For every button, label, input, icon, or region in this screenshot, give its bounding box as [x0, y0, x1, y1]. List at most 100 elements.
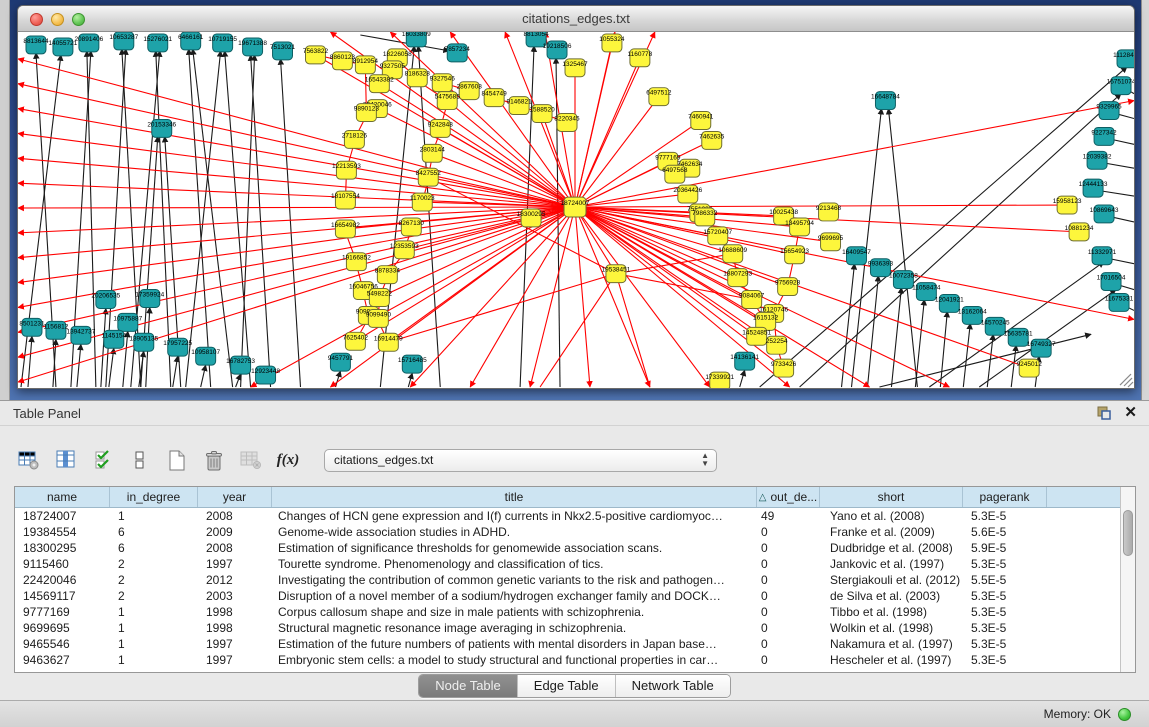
graph-node[interactable]: 16914479	[374, 333, 403, 351]
graph-node[interactable]: 15654923	[780, 246, 809, 264]
cell-title[interactable]: Structural magnetic resonance image aver…	[272, 620, 757, 636]
show-column-button[interactable]	[53, 447, 79, 473]
cell-name[interactable]: 9115460	[15, 556, 110, 572]
graph-node[interactable]: 10719155	[208, 34, 237, 52]
cell-pagerank[interactable]: 5.3E-5	[963, 652, 1047, 668]
new-table-button[interactable]	[164, 447, 190, 473]
graph-node[interactable]: 5498222	[367, 289, 393, 307]
cell-in_degree[interactable]: 2	[110, 572, 198, 588]
cell-name[interactable]: 9463627	[15, 652, 110, 668]
cell-year[interactable]: 2008	[198, 508, 272, 524]
table-row[interactable]: 1830029562008Estimation of significance …	[15, 540, 1135, 556]
graph-edge[interactable]	[540, 274, 616, 387]
graph-edge[interactable]	[18, 133, 575, 207]
cell-name[interactable]: 9465546	[15, 636, 110, 652]
graph-node[interactable]: 8878334	[375, 266, 401, 284]
cell-short[interactable]: Wolkin et al. (1998)	[820, 620, 963, 636]
cell-short[interactable]: Yano et al. (2008)	[820, 508, 963, 524]
table-row[interactable]: 946362711997Embryonic stem cells: a mode…	[15, 652, 1135, 668]
cell-year[interactable]: 1997	[198, 636, 272, 652]
graph-node[interactable]: 18724007	[561, 197, 590, 217]
graph-edge[interactable]	[616, 274, 650, 387]
graph-node[interactable]: 9756928	[775, 278, 801, 296]
graph-node[interactable]: 9213468	[816, 203, 842, 221]
cell-year[interactable]: 2009	[198, 524, 272, 540]
cell-pagerank[interactable]: 5.3E-5	[963, 604, 1047, 620]
graph-node[interactable]: 2867608	[457, 82, 483, 100]
graph-edge[interactable]	[1011, 345, 1016, 387]
cell-name[interactable]: 18724007	[15, 508, 110, 524]
table-row[interactable]: 2242004622012Investigating the contribut…	[15, 572, 1135, 588]
cell-in_degree[interactable]: 6	[110, 540, 198, 556]
cell-pagerank[interactable]: 5.3E-5	[963, 508, 1047, 524]
column-header-short[interactable]: short	[820, 487, 963, 507]
graph-node[interactable]: 8912954	[353, 56, 379, 74]
tab-edge-table[interactable]: Edge Table	[518, 675, 616, 697]
graph-node[interactable]: 8186328	[405, 69, 431, 87]
delete-table-button[interactable]	[201, 447, 227, 473]
cell-short[interactable]: Franke et al. (2009)	[820, 524, 963, 540]
cell-out_de[interactable]: 0	[757, 620, 820, 636]
graph-edge[interactable]	[18, 183, 575, 207]
graph-edge[interactable]	[18, 207, 575, 283]
table-row[interactable]: 946554611997Estimation of the future num…	[15, 636, 1135, 652]
cell-out_de[interactable]: 0	[757, 556, 820, 572]
table-row[interactable]: 969969511998Structural magnetic resonanc…	[15, 620, 1135, 636]
graph-edge[interactable]	[979, 290, 1116, 387]
graph-node[interactable]: 12923448	[251, 366, 280, 384]
cell-short[interactable]: Stergiakouli et al. (2012)	[820, 572, 963, 588]
graph-edge[interactable]	[740, 370, 745, 387]
graph-node[interactable]: 1588520	[529, 105, 555, 123]
cell-short[interactable]: Nakamura et al. (1997)	[820, 636, 963, 652]
cell-pagerank[interactable]: 5.3E-5	[963, 588, 1047, 604]
graph-node[interactable]: 1160778	[628, 49, 653, 67]
cell-year[interactable]: 1997	[198, 556, 272, 572]
cell-name[interactable]: 14569117	[15, 588, 110, 604]
cell-year[interactable]: 2008	[198, 540, 272, 556]
graph-edge[interactable]	[225, 51, 251, 387]
graph-node[interactable]: 7460941	[688, 112, 714, 130]
graph-node[interactable]: 17359924	[135, 290, 164, 308]
graph-node[interactable]: 16749327	[1027, 339, 1056, 357]
graph-edge[interactable]	[379, 84, 575, 207]
graph-edge[interactable]	[575, 207, 590, 387]
graph-node[interactable]: 10958107	[191, 347, 220, 365]
graph-edge[interactable]	[186, 51, 221, 387]
memory-status-icon[interactable]	[1118, 708, 1131, 721]
graph-node[interactable]: 10688609	[718, 245, 747, 263]
graph-node[interactable]: 13495794	[785, 218, 814, 236]
cell-out_de[interactable]: 0	[757, 524, 820, 540]
network-window-titlebar[interactable]: citations_edges.txt	[18, 6, 1134, 32]
cell-name[interactable]: 18300295	[15, 540, 110, 556]
cell-title[interactable]: Disruption of a novel member of a sodium…	[272, 588, 757, 604]
column-header-title[interactable]: title	[272, 487, 757, 507]
graph-node[interactable]: 20891406	[74, 34, 103, 52]
cell-title[interactable]: Corpus callosum shape and size in male p…	[272, 604, 757, 620]
cell-out_de[interactable]: 0	[757, 604, 820, 620]
graph-node[interactable]: 18300295	[517, 209, 546, 227]
graph-node[interactable]: 11128465	[1113, 50, 1134, 68]
graph-node[interactable]: 9733426	[771, 359, 797, 377]
graph-node[interactable]: 11675331	[1105, 294, 1134, 312]
graph-node[interactable]: 1325467	[562, 59, 588, 77]
graph-node[interactable]: 16654982	[331, 220, 360, 238]
row-height-button[interactable]	[127, 447, 153, 473]
cell-title[interactable]: Estimation of the future numbers of pati…	[272, 636, 757, 652]
graph-node[interactable]: 2803144	[420, 144, 446, 162]
column-header-name[interactable]: name	[15, 487, 110, 507]
graph-node[interactable]: 7563822	[303, 46, 329, 64]
tab-network-table[interactable]: Network Table	[616, 675, 730, 697]
graph-node[interactable]: 15276021	[143, 34, 172, 52]
cell-pagerank[interactable]: 5.3E-5	[963, 636, 1047, 652]
cell-name[interactable]: 9777169	[15, 604, 110, 620]
cell-pagerank[interactable]: 5.3E-5	[963, 556, 1047, 572]
graph-node[interactable]: 9327546	[430, 74, 456, 92]
graph-node[interactable]: 8267130	[399, 218, 425, 236]
scrollbar-thumb[interactable]	[1123, 510, 1133, 556]
cell-title[interactable]: Tourette syndrome. Phenomenology and cla…	[272, 556, 757, 572]
graph-node[interactable]: 17339921	[705, 372, 734, 388]
graph-node[interactable]: 9457791	[328, 353, 354, 371]
graph-node[interactable]: 10881234	[1065, 223, 1094, 241]
cell-out_de[interactable]: 0	[757, 540, 820, 556]
table-row[interactable]: 977716911998Corpus callosum shape and si…	[15, 604, 1135, 620]
